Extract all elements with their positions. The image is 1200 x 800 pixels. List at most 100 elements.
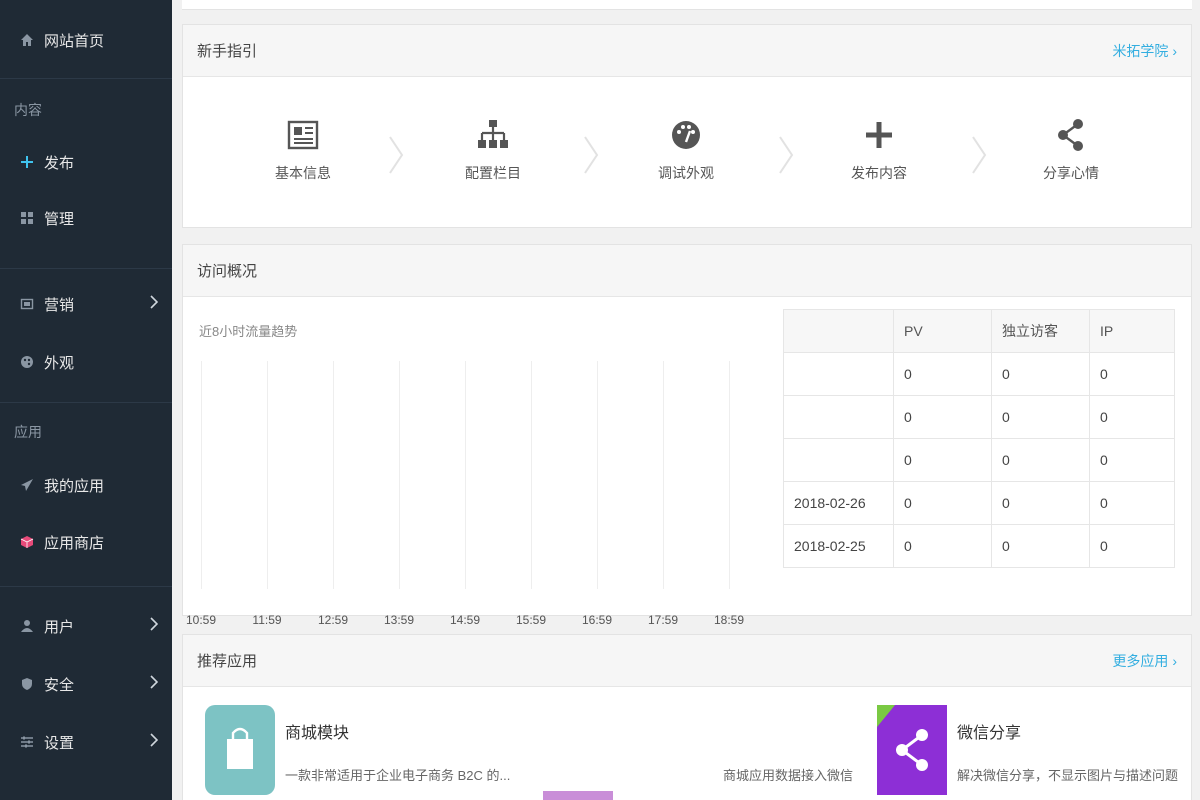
guide-step-basic-info[interactable]: 基本信息 (243, 115, 363, 183)
sidebar-divider (0, 78, 172, 79)
sidebar-item-manage[interactable]: 管理 (0, 198, 172, 238)
sidebar-item-security[interactable]: 安全 (0, 664, 172, 704)
recommend-panel-header: 推荐应用 更多应用 › (183, 635, 1191, 687)
table-cell (783, 438, 894, 482)
guide-step-share[interactable]: 分享心情 (1011, 115, 1131, 183)
guide-step-label: 调试外观 (658, 165, 714, 181)
guide-step-appearance[interactable]: 调试外观 (626, 115, 746, 183)
chevron-right-icon (150, 295, 159, 313)
app-icon (543, 791, 613, 800)
recommend-panel-title: 推荐应用 (197, 653, 258, 670)
sidebar-item-label: 外观 (44, 354, 75, 372)
table-cell (783, 395, 894, 439)
app-card-shop[interactable]: 商城模块 一款非常适用于企业电子商务 B2C 的... (205, 705, 525, 800)
academy-link[interactable]: 米拓学院 › (1112, 41, 1177, 61)
guide-panel-title: 新手指引 (197, 43, 258, 60)
app-description: 解决微信分享，不显示图片与描述问题 (957, 768, 1179, 783)
visits-panel: 访问概况 近8小时流量趋势 10:59 11:59 12:59 13:59 14:59 1… (182, 244, 1192, 627)
grid-icon (18, 209, 36, 227)
x-tick-label: 12:59 (317, 613, 349, 627)
table-cell (783, 352, 894, 396)
step-arrow-icon (583, 135, 599, 180)
share-icon (1011, 115, 1131, 155)
palette-icon (18, 353, 36, 371)
column-header: PV (893, 309, 992, 353)
table-row: 0 0 0 (783, 438, 1175, 482)
plus-icon (819, 115, 939, 155)
recommend-panel: 推荐应用 更多应用 › 商城模块 一款非常适用于企业电子商务 B2C 的... … (182, 634, 1192, 800)
sidebar: 网站首页 内容 发布 管理 营销 外观 应用 我的应用 应用商店 用户 安全 设… (0, 0, 172, 800)
sidebar-divider (0, 402, 172, 403)
sidebar-item-label: 我的应用 (44, 477, 105, 495)
guide-step-columns[interactable]: 配置栏目 (433, 115, 553, 183)
table-cell: 0 (893, 352, 992, 396)
chevron-right-icon (150, 733, 159, 751)
table-cell: 0 (1089, 438, 1175, 482)
app-card-wechat-share[interactable]: 微信分享 解决微信分享，不显示图片与描述问题 (877, 705, 1179, 800)
table-cell: 0 (893, 438, 992, 482)
table-cell: 0 (893, 481, 992, 525)
main-content: 新手指引 米拓学院 › 基本信息 配置栏目 调试外观 发布内容 分享心情 访问概… (172, 0, 1200, 800)
step-arrow-icon (971, 135, 987, 180)
x-tick-label: 15:59 (515, 613, 547, 627)
sidebar-item-users[interactable]: 用户 (0, 606, 172, 646)
sidebar-item-publish[interactable]: 发布 (0, 142, 172, 182)
guide-step-label: 分享心情 (1043, 165, 1099, 181)
table-cell: 0 (991, 438, 1090, 482)
sidebar-item-label: 安全 (44, 676, 75, 694)
x-tick-label: 10:59 (185, 613, 217, 627)
table-row: 0 0 0 (783, 352, 1175, 396)
chart-gridline (333, 361, 334, 589)
sidebar-section-apps: 应用 (14, 424, 42, 440)
sidebar-item-label: 管理 (44, 210, 75, 228)
table-header-row: PV 独立访客 IP (783, 309, 1175, 353)
guide-panel-header: 新手指引 米拓学院 › (183, 25, 1191, 77)
sliders-icon (18, 733, 36, 751)
sidebar-item-label: 营销 (44, 296, 75, 314)
sidebar-item-settings[interactable]: 设置 (0, 722, 172, 762)
guide-step-publish[interactable]: 发布内容 (819, 115, 939, 183)
table-cell: 0 (893, 524, 992, 568)
x-tick-label: 11:59 (252, 613, 282, 627)
sidebar-item-home[interactable]: 网站首页 (0, 20, 172, 60)
table-cell: 0 (1089, 395, 1175, 439)
table-row: 2018-02-25 0 0 0 (783, 524, 1175, 568)
more-apps-link[interactable]: 更多应用 › (1112, 651, 1177, 671)
chart-gridline (597, 361, 598, 589)
sidebar-item-appearance[interactable]: 外观 (0, 342, 172, 382)
guide-panel: 新手指引 米拓学院 › 基本信息 配置栏目 调试外观 发布内容 分享心情 (182, 24, 1192, 228)
sidebar-item-marketing[interactable]: 营销 (0, 284, 172, 324)
sidebar-divider (0, 586, 172, 587)
table-cell: 2018-02-25 (783, 524, 894, 568)
x-tick-label: 18:59 (713, 613, 745, 627)
chart-gridline (399, 361, 400, 589)
chart-gridline (465, 361, 466, 589)
sitemap-icon (433, 115, 553, 155)
app-description: 商城应用数据接入微信 (723, 768, 854, 783)
visits-panel-header: 访问概况 (183, 245, 1191, 297)
chart-gridline (267, 361, 268, 589)
x-tick-label: 17:59 (647, 613, 679, 627)
chart-gridline (729, 361, 730, 589)
x-tick-label: 13:59 (383, 613, 415, 627)
step-arrow-icon (778, 135, 794, 180)
app-name: 商城模块 (285, 725, 350, 742)
table-cell: 0 (991, 352, 1090, 396)
sidebar-item-app-store[interactable]: 应用商店 (0, 522, 172, 562)
table-cell: 2018-02-26 (783, 481, 894, 525)
marketing-icon (18, 295, 36, 313)
guide-step-label: 配置栏目 (465, 165, 521, 181)
chart-gridline (201, 361, 202, 589)
column-header: 独立访客 (991, 309, 1090, 353)
x-tick-label: 16:59 (581, 613, 613, 627)
home-icon (18, 31, 36, 49)
app-card-mall-data[interactable]: 商城应用数据接入微信 (543, 705, 863, 800)
sidebar-item-label: 发布 (44, 154, 75, 172)
newspaper-icon (243, 115, 363, 155)
user-icon (18, 617, 36, 635)
sidebar-item-my-apps[interactable]: 我的应用 (0, 465, 172, 505)
table-row: 0 0 0 (783, 395, 1175, 439)
app-name: 微信分享 (957, 725, 1022, 742)
table-cell: 0 (893, 395, 992, 439)
shopping-bag-icon (205, 705, 275, 795)
